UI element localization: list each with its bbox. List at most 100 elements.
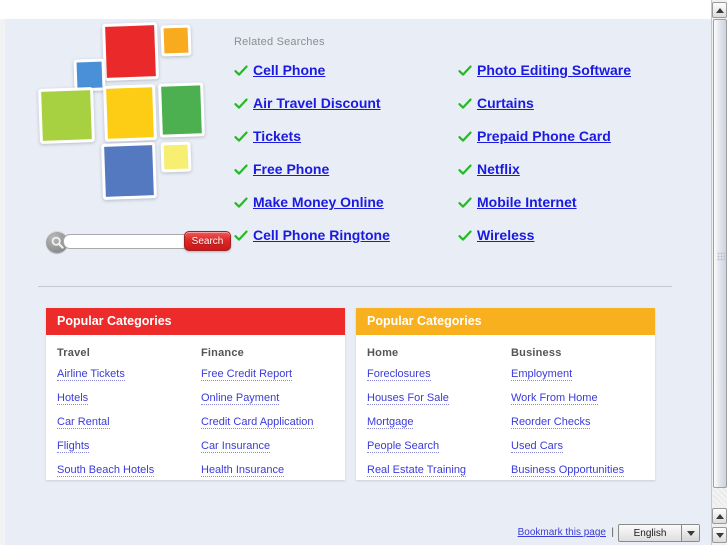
category-link-row: Credit Card Application: [201, 416, 345, 440]
scrollbar-thumb[interactable]: [713, 19, 727, 488]
category-link[interactable]: Mortgage: [367, 416, 414, 429]
related-search-item: Tickets: [234, 128, 458, 161]
related-search-link[interactable]: Air Travel Discount: [253, 95, 381, 111]
check-icon: [458, 163, 472, 179]
category-link[interactable]: Online Payment: [201, 392, 280, 405]
language-select-value: English: [633, 527, 667, 539]
category-link-row: Reorder Checks: [511, 416, 655, 440]
vertical-scrollbar[interactable]: [711, 0, 727, 545]
related-search-link[interactable]: Make Money Online: [253, 194, 384, 210]
category-link[interactable]: Free Credit Report: [201, 368, 293, 381]
related-search-item: Mobile Internet: [458, 194, 674, 227]
scroll-up-button[interactable]: [712, 2, 727, 18]
category-column-title: Business: [511, 347, 562, 359]
search-button[interactable]: Search: [184, 231, 231, 251]
category-link[interactable]: Used Cars: [511, 440, 563, 453]
related-search-row: Free Phone Netflix: [234, 161, 674, 194]
category-link-row: Health Insurance: [201, 464, 345, 488]
category-column: Business Employment Work From Home Reorder …: [511, 347, 655, 488]
check-icon: [458, 64, 472, 80]
bookmark-this-page-link[interactable]: Bookmark this page: [518, 527, 606, 538]
check-icon: [234, 196, 248, 212]
related-search-row: Cell Phone Ringtone Wireless: [234, 227, 674, 260]
related-search-item: Air Travel Discount: [234, 95, 458, 128]
category-link[interactable]: Airline Tickets: [57, 368, 125, 381]
triangle-down-icon: [715, 532, 724, 538]
related-search-row: Make Money Online Mobile Internet: [234, 194, 674, 227]
related-search-link[interactable]: Tickets: [253, 128, 301, 144]
related-search-item: Wireless: [458, 227, 674, 260]
footer-separator: |: [611, 527, 614, 538]
logo-square-7: [101, 142, 157, 200]
page-footer: Bookmark this page | English: [0, 522, 706, 545]
triangle-up-icon: [715, 513, 724, 519]
category-link[interactable]: Flights: [57, 440, 90, 453]
category-link[interactable]: Foreclosures: [367, 368, 431, 381]
category-link-row: Business Opportunities: [511, 464, 655, 488]
category-link[interactable]: Houses For Sale: [367, 392, 449, 405]
related-search-link[interactable]: Cell Phone Ringtone: [253, 227, 390, 243]
check-icon: [234, 163, 248, 179]
scroll-up-button-secondary[interactable]: [712, 508, 727, 524]
category-link-row: Car Insurance: [201, 440, 345, 464]
related-search-item: Free Phone: [234, 161, 458, 194]
popular-categories-header-left: Popular Categories: [46, 308, 345, 335]
category-column-title: Finance: [201, 347, 244, 359]
category-column-title: Travel: [57, 347, 91, 359]
related-search-row: Tickets Prepaid Phone Card: [234, 128, 674, 161]
category-link[interactable]: Employment: [511, 368, 573, 381]
related-search-item: Netflix: [458, 161, 674, 194]
related-search-item: Curtains: [458, 95, 674, 128]
related-search-link[interactable]: Wireless: [477, 227, 534, 243]
related-search-link[interactable]: Free Phone: [253, 161, 329, 177]
related-searches-label: Related Searches: [234, 36, 325, 48]
category-link-row: Flights: [57, 440, 201, 464]
related-search-link[interactable]: Netflix: [477, 161, 520, 177]
category-link-row: Houses For Sale: [367, 392, 511, 416]
scrollbar-grip-icon: [717, 252, 725, 261]
category-link[interactable]: Reorder Checks: [511, 416, 591, 429]
category-link-row: Online Payment: [201, 392, 345, 416]
category-link[interactable]: Credit Card Application: [201, 416, 314, 429]
popular-categories-box-left: Popular Categories Travel Airline Tickets…: [46, 308, 345, 480]
related-search-link[interactable]: Photo Editing Software: [477, 62, 631, 78]
category-link[interactable]: Car Rental: [57, 416, 110, 429]
category-link[interactable]: Car Insurance: [201, 440, 271, 453]
category-link[interactable]: Hotels: [57, 392, 89, 405]
category-link[interactable]: Work From Home: [511, 392, 598, 405]
related-search-item: Photo Editing Software: [458, 62, 674, 95]
popular-categories-header-right: Popular Categories: [356, 308, 655, 335]
language-select[interactable]: English: [618, 524, 700, 542]
category-link[interactable]: People Search: [367, 440, 440, 453]
logo-square-6: [158, 82, 205, 138]
related-search-item: Prepaid Phone Card: [458, 128, 674, 161]
logo-square-8: [160, 141, 192, 173]
category-column-title: Home: [367, 347, 399, 359]
logo-square-5: [103, 84, 157, 142]
category-link-row: Car Rental: [57, 416, 201, 440]
related-search-link[interactable]: Cell Phone: [253, 62, 325, 78]
category-link-row: Airline Tickets: [57, 368, 201, 392]
related-search-link[interactable]: Curtains: [477, 95, 534, 111]
category-link-row: Used Cars: [511, 440, 655, 464]
colored-squares-mosaic-logo: [38, 15, 218, 220]
category-link[interactable]: Health Insurance: [201, 464, 285, 477]
category-link-row: Employment: [511, 368, 655, 392]
category-link-row: South Beach Hotels: [57, 464, 201, 488]
category-link[interactable]: Real Estate Training: [367, 464, 467, 477]
related-search-row: Cell Phone Photo Editing Software: [234, 62, 674, 95]
related-searches-list: Cell Phone Photo Editing Software Air Trav…: [234, 62, 674, 260]
related-search-link[interactable]: Prepaid Phone Card: [477, 128, 611, 144]
triangle-up-icon: [715, 7, 724, 13]
category-link-row: Mortgage: [367, 416, 511, 440]
chevron-down-icon: [681, 525, 699, 541]
related-search-item: Make Money Online: [234, 194, 458, 227]
category-link[interactable]: South Beach Hotels: [57, 464, 155, 477]
check-icon: [458, 229, 472, 245]
category-link[interactable]: Business Opportunities: [511, 464, 625, 477]
scroll-down-button[interactable]: [712, 527, 727, 543]
category-link-row: Real Estate Training: [367, 464, 511, 488]
popular-categories-box-right: Popular Categories Home Foreclosures House…: [356, 308, 655, 480]
related-search-link[interactable]: Mobile Internet: [477, 194, 577, 210]
check-icon: [458, 97, 472, 113]
